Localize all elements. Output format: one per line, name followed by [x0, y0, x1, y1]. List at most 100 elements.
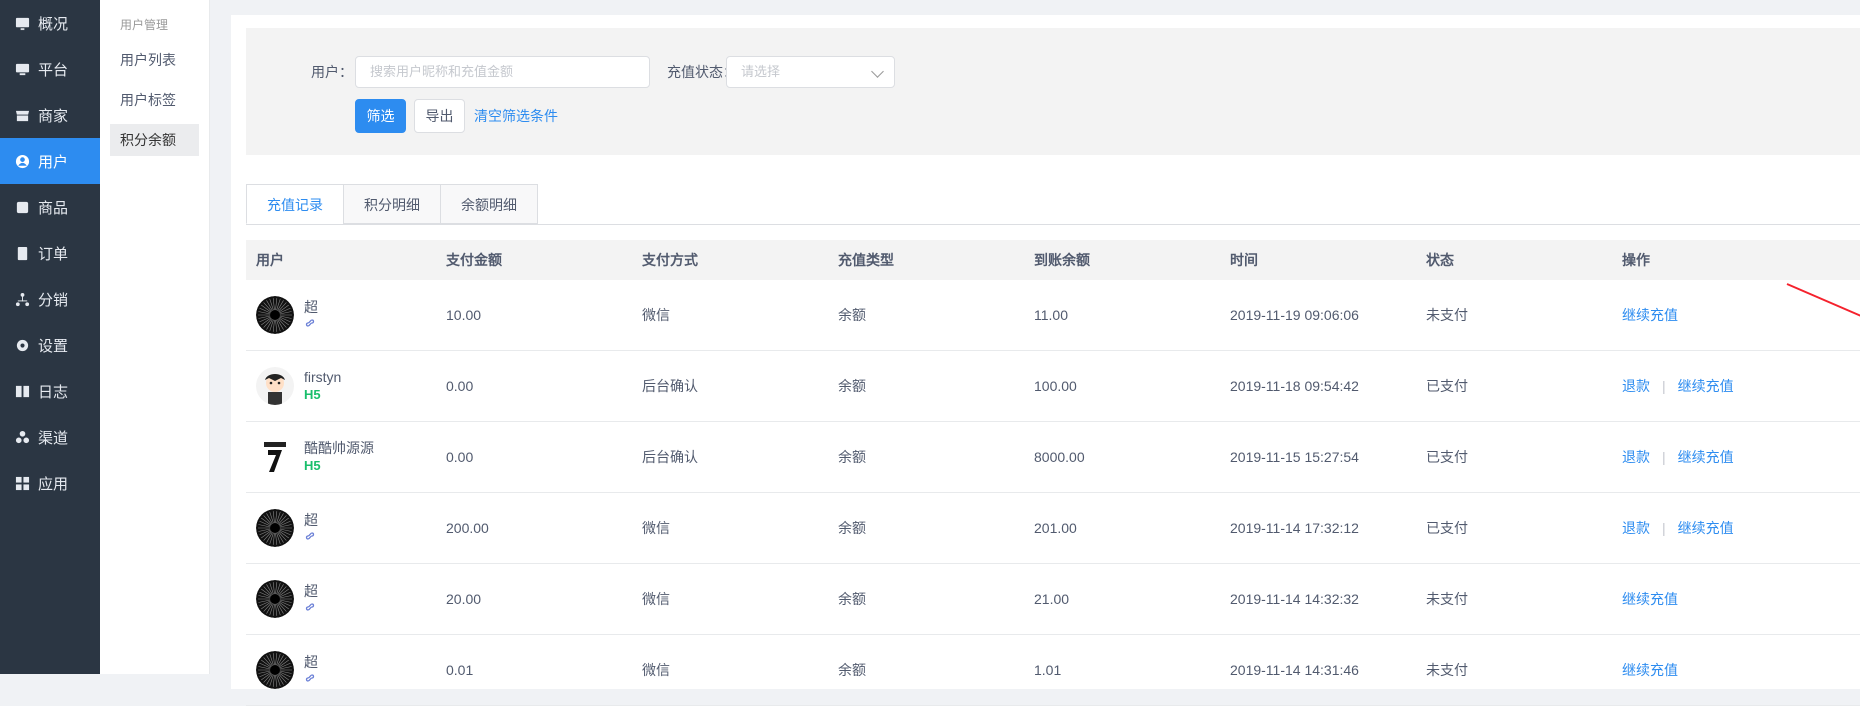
time-cell: 2019-11-14 14:32:32 [1230, 591, 1359, 607]
content-panel: 用户： 搜索用户昵称和充值金额 充值状态： 请选择 筛选 导出 清空筛选条件 充… [231, 15, 1860, 706]
balance-cell: 21.00 [1034, 591, 1070, 607]
continue-recharge-link[interactable]: 继续充值 [1678, 449, 1734, 465]
clear-filter-link[interactable]: 清空筛选条件 [474, 106, 558, 126]
nav-item-4[interactable]: 商品 [0, 184, 100, 230]
column-header: 操作 [1622, 252, 1650, 268]
method-cell: 微信 [642, 662, 670, 678]
type-cell: 余额 [838, 378, 866, 394]
nav-item-1[interactable]: 平台 [0, 46, 100, 92]
table-row: firstyn H5 0.00 后台确认 余额 100.00 2019-11-18 09:5… [246, 351, 1860, 422]
nav-item-10[interactable]: 应用 [0, 460, 100, 506]
nav-item-7[interactable]: 设置 [0, 322, 100, 368]
pay-cell: 0.00 [446, 449, 474, 465]
operation-cell: 退款 | 继续充值 [1622, 447, 1860, 467]
operation-separator: | [1662, 520, 1666, 536]
export-button[interactable]: 导出 [414, 99, 465, 133]
method-cell: 后台确认 [642, 449, 698, 465]
balance-cell: 100.00 [1034, 378, 1077, 394]
apps-icon [14, 475, 30, 491]
nav-item-6[interactable]: 分销 [0, 276, 100, 322]
nav-item-label: 商品 [38, 199, 69, 217]
user-name: 超 [304, 298, 318, 315]
mini-program-icon [304, 671, 318, 688]
operation-cell: 继续充值 [1622, 589, 1860, 609]
tab-1[interactable]: 积分明细 [343, 184, 441, 224]
user-info: 超 [304, 511, 318, 546]
method-cell: 微信 [642, 520, 670, 536]
nav-item-8[interactable]: 日志 [0, 368, 100, 414]
sub-nav-item-0[interactable]: 用户列表 [110, 44, 199, 76]
mini-program-icon [304, 316, 318, 333]
continue-recharge-link[interactable]: 继续充值 [1678, 378, 1734, 394]
nav-item-label: 分销 [38, 291, 69, 309]
column-header: 到账余额 [1034, 252, 1090, 268]
refund-link[interactable]: 退款 [1622, 520, 1650, 536]
balance-cell: 8000.00 [1034, 449, 1085, 465]
status-cell: 未支付 [1426, 662, 1468, 678]
order-icon [14, 245, 30, 261]
method-cell: 微信 [642, 307, 670, 323]
h5-tag: H5 [304, 387, 321, 402]
table-row: 超 200.00 微信 余额 201.00 2019-11-14 17:32:12 已支付 退… [246, 493, 1860, 564]
sub-nav-item-1[interactable]: 用户标签 [110, 84, 199, 116]
status-select[interactable]: 请选择 [726, 56, 895, 88]
gear-icon [14, 337, 30, 353]
continue-recharge-link[interactable]: 继续充值 [1622, 662, 1678, 678]
balance-cell: 1.01 [1034, 662, 1062, 678]
filter-button[interactable]: 筛选 [355, 99, 406, 133]
status-cell: 已支付 [1426, 449, 1468, 465]
nav-item-3[interactable]: 用户 [0, 138, 100, 184]
status-cell: 未支付 [1426, 591, 1468, 607]
nav-item-label: 应用 [38, 475, 69, 493]
nav-item-0[interactable]: 概况 [0, 0, 100, 46]
user-name: 酷酷帅源源 [304, 440, 374, 456]
recharge-table: 用户 支付金额 支付方式 充值类型 到账余额 时间 状态 操作 超 10.00 微信 余额 11.00… [246, 240, 1860, 706]
goods-icon [14, 199, 30, 215]
user-search-input[interactable]: 搜索用户昵称和充值金额 [355, 56, 650, 88]
operation-cell: 继续充值 [1622, 660, 1860, 680]
refund-link[interactable]: 退款 [1622, 378, 1650, 394]
pay-cell: 20.00 [446, 591, 482, 607]
type-cell: 余额 [838, 520, 866, 536]
type-cell: 余额 [838, 449, 866, 465]
nav-item-9[interactable]: 渠道 [0, 414, 100, 460]
operation-cell: 退款 | 继续充值 [1622, 518, 1860, 538]
sub-nav-item-2[interactable]: 积分余额 [110, 124, 199, 156]
nav-item-label: 渠道 [38, 429, 69, 447]
balance-cell: 201.00 [1034, 520, 1077, 536]
time-cell: 2019-11-14 17:32:12 [1230, 520, 1359, 536]
table-header: 用户 支付金额 支付方式 充值类型 到账余额 时间 状态 操作 [246, 240, 1860, 280]
user-cell: 超 [246, 651, 446, 689]
store-icon [14, 107, 30, 123]
column-header: 时间 [1230, 252, 1258, 268]
tabs-divider [246, 224, 1860, 225]
column-header: 状态 [1426, 252, 1454, 268]
type-cell: 余额 [838, 591, 866, 607]
user-cell: 超 [246, 580, 446, 618]
user-name: firstyn [304, 369, 342, 385]
nav-item-label: 平台 [38, 61, 69, 79]
tab-0[interactable]: 充值记录 [246, 184, 344, 224]
column-header: 支付方式 [642, 252, 698, 268]
mini-program-icon [304, 529, 318, 546]
operation-separator: | [1662, 449, 1666, 465]
continue-recharge-link[interactable]: 继续充值 [1678, 520, 1734, 536]
nav-item-5[interactable]: 订单 [0, 230, 100, 276]
channel-icon [14, 429, 30, 445]
continue-recharge-link[interactable]: 继续充值 [1622, 307, 1678, 323]
time-cell: 2019-11-18 09:54:42 [1230, 378, 1359, 394]
status-cell: 已支付 [1426, 378, 1468, 394]
tab-2[interactable]: 余额明细 [440, 184, 538, 224]
balance-cell: 11.00 [1034, 307, 1068, 323]
user-icon [14, 153, 30, 169]
pay-cell: 0.00 [446, 378, 474, 394]
nav-item-2[interactable]: 商家 [0, 92, 100, 138]
nav-item-label: 订单 [38, 245, 69, 263]
user-name: 超 [304, 511, 318, 528]
type-cell: 余额 [838, 307, 866, 323]
refund-link[interactable]: 退款 [1622, 449, 1650, 465]
avatar [256, 438, 294, 476]
nav-item-label: 设置 [38, 337, 69, 355]
user-info: 超 [304, 653, 318, 688]
continue-recharge-link[interactable]: 继续充值 [1622, 591, 1678, 607]
